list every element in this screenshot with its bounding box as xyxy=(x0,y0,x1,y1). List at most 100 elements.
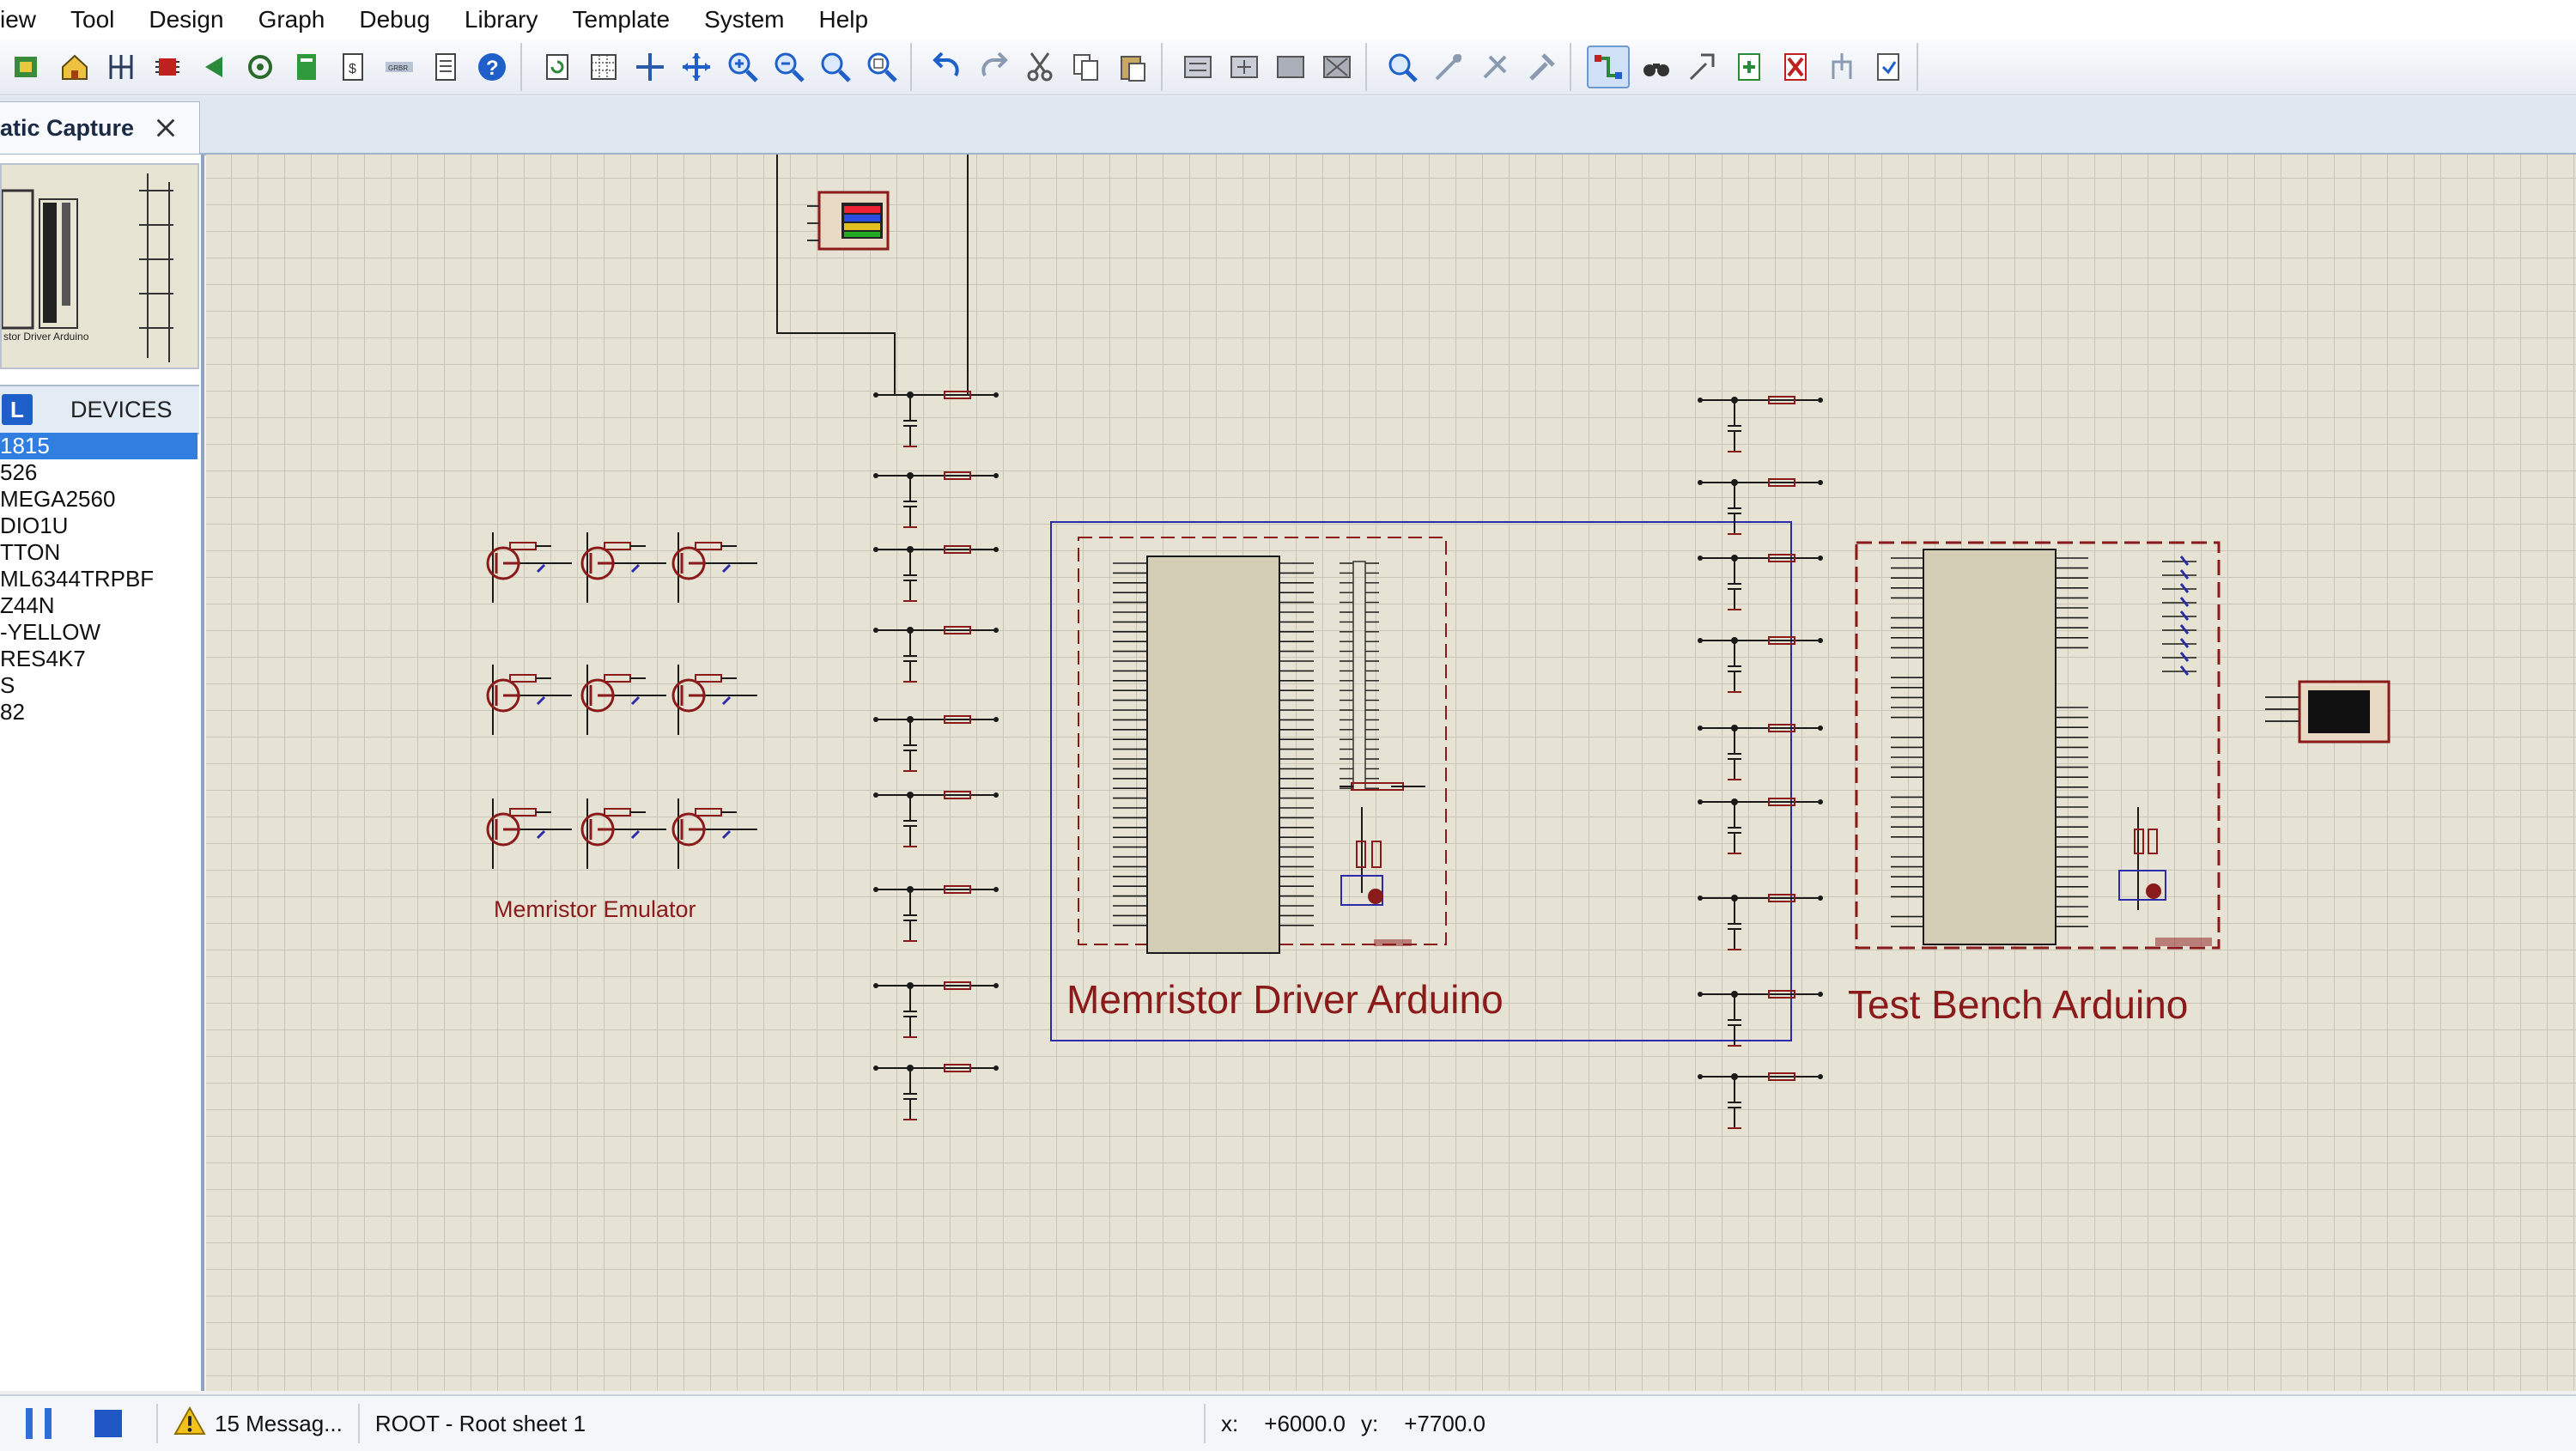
new-sheet-icon[interactable] xyxy=(1729,47,1769,87)
device-list-item[interactable]: S xyxy=(0,672,197,699)
home-icon[interactable] xyxy=(55,47,94,87)
grid-icon[interactable] xyxy=(584,47,623,87)
cut-icon[interactable] xyxy=(1020,47,1060,87)
sheet-indicator[interactable]: ROOT - Root sheet 1 xyxy=(375,1411,586,1437)
rc-column-right[interactable] xyxy=(1698,396,1823,1129)
make-device-icon[interactable] xyxy=(1429,47,1468,87)
block-rotate-icon[interactable] xyxy=(1271,47,1310,87)
zoom-in-icon[interactable] xyxy=(723,47,762,87)
back-annotate-icon[interactable] xyxy=(194,47,234,87)
rc-column-left[interactable] xyxy=(873,391,999,1120)
menu-debug[interactable]: Debug xyxy=(342,0,447,39)
design-report-icon[interactable] xyxy=(1868,47,1908,87)
toolbar-group-design xyxy=(1578,43,1918,91)
arduino-testbench[interactable] xyxy=(1855,541,2221,950)
search-tag-icon[interactable] xyxy=(1637,47,1676,87)
device-list-item[interactable]: ML6344TRPBF xyxy=(0,566,197,592)
refresh-icon[interactable] xyxy=(538,47,577,87)
device-list: 1815 526 MEGA2560 DIO1U TTON ML6344TRPBF… xyxy=(0,433,197,726)
property-tool-icon[interactable] xyxy=(1683,47,1722,87)
y-label: y: xyxy=(1360,1410,1379,1436)
stop-button[interactable] xyxy=(94,1410,122,1437)
document-tab-strip: atic Capture xyxy=(0,96,2576,155)
status-separator xyxy=(1204,1404,1206,1443)
exit-parent-icon[interactable] xyxy=(1822,47,1862,87)
toolbar-group-app: $ GRBR ? xyxy=(0,43,522,91)
package-tool-icon[interactable] xyxy=(1475,47,1515,87)
menu-design[interactable]: Design xyxy=(131,0,240,39)
toolbar-group-edit xyxy=(919,43,1163,91)
paste-icon[interactable] xyxy=(1113,47,1152,87)
left-panel: stor Driver Arduino L DEVICES 1815 526 M… xyxy=(0,155,204,1391)
x-label: x: xyxy=(1221,1410,1239,1436)
coordinate-readout: x: +6000.0 y: +7700.0 xyxy=(1221,1411,1485,1437)
memristor-emulator-block[interactable] xyxy=(486,532,757,869)
device-list-item[interactable]: DIO1U xyxy=(0,513,197,539)
memristor-emulator-label: Memristor Emulator xyxy=(494,896,696,922)
menu-graph[interactable]: Graph xyxy=(241,0,343,39)
overview-window[interactable]: stor Driver Arduino xyxy=(0,163,199,369)
schematic-icon[interactable] xyxy=(9,47,48,87)
overview-caption: stor Driver Arduino xyxy=(3,331,89,343)
device-list-item[interactable]: RES4K7 xyxy=(0,646,197,672)
redo-icon[interactable] xyxy=(974,47,1013,87)
arduino-driver[interactable] xyxy=(1078,537,1447,954)
device-list-item[interactable]: MEGA2560 xyxy=(0,486,197,513)
menu-tool[interactable]: Tool xyxy=(53,0,131,39)
zoom-out-icon[interactable] xyxy=(769,47,809,87)
gerber-view-icon[interactable]: GRBR xyxy=(380,47,419,87)
block-copy-icon[interactable] xyxy=(1178,47,1218,87)
device-list-item[interactable]: 1815 xyxy=(0,433,197,459)
chip-icon[interactable] xyxy=(148,47,187,87)
toolbar-group-view xyxy=(529,43,912,91)
x-value: +6000.0 xyxy=(1264,1410,1346,1436)
device-list-item[interactable]: 82 xyxy=(0,699,197,726)
test-bench-label: Test Bench Arduino xyxy=(1848,982,2188,1027)
logic-analyzer[interactable] xyxy=(776,155,969,395)
schematic-canvas[interactable]: Memristor Emulator Memristor Driver Ardu… xyxy=(206,155,2576,1391)
close-icon[interactable] xyxy=(151,113,180,143)
toolbar: $ GRBR ? xyxy=(0,39,2576,95)
undo-icon[interactable] xyxy=(927,47,967,87)
messages-count[interactable]: 15 Messag... xyxy=(215,1411,343,1437)
status-bar: 15 Messag... ROOT - Root sheet 1 x: +600… xyxy=(0,1394,2576,1451)
pan-icon[interactable] xyxy=(677,47,716,87)
devices-header: L DEVICES xyxy=(0,385,199,434)
svg-text:?: ? xyxy=(486,57,499,80)
status-separator xyxy=(357,1404,360,1443)
notes-icon[interactable] xyxy=(426,47,465,87)
pick-library-button[interactable]: L xyxy=(2,394,33,425)
y-value: +7700.0 xyxy=(1404,1410,1485,1436)
origin-icon[interactable] xyxy=(630,47,670,87)
menu-view[interactable]: iew xyxy=(0,0,53,39)
help-icon[interactable]: ? xyxy=(472,47,512,87)
device-list-item[interactable]: Z44N xyxy=(0,592,197,619)
pause-button[interactable] xyxy=(26,1408,52,1439)
device-list-item[interactable]: -YELLOW xyxy=(0,619,197,646)
toolbar-group-library xyxy=(1374,43,1571,91)
block-move-icon[interactable] xyxy=(1224,47,1264,87)
menu-library[interactable]: Library xyxy=(447,0,556,39)
menu-system[interactable]: System xyxy=(687,0,801,39)
svg-text:GRBR: GRBR xyxy=(388,64,408,72)
pick-device-icon[interactable] xyxy=(1382,47,1422,87)
device-list-item[interactable]: 526 xyxy=(0,459,197,486)
status-separator xyxy=(156,1404,158,1443)
virtual-terminal[interactable] xyxy=(2265,680,2391,744)
device-list-item[interactable]: TTON xyxy=(0,539,197,566)
copy-icon[interactable] xyxy=(1066,47,1106,87)
gerber-icon[interactable] xyxy=(240,47,280,87)
zoom-area-icon[interactable] xyxy=(862,47,902,87)
pcb-layout-icon[interactable] xyxy=(101,47,141,87)
remove-sheet-icon[interactable] xyxy=(1776,47,1815,87)
menu-bar: iew Tool Design Graph Debug Library Temp… xyxy=(0,0,2576,39)
decompose-icon[interactable] xyxy=(1522,47,1561,87)
source-icon[interactable]: $ xyxy=(333,47,373,87)
wire-autorouter-icon[interactable] xyxy=(1587,46,1630,88)
tab-schematic-capture[interactable]: atic Capture xyxy=(0,101,200,154)
zoom-all-icon[interactable] xyxy=(816,47,855,87)
bom-icon[interactable] xyxy=(287,47,326,87)
block-delete-icon[interactable] xyxy=(1317,47,1357,87)
menu-template[interactable]: Template xyxy=(556,0,688,39)
menu-help[interactable]: Help xyxy=(801,0,885,39)
